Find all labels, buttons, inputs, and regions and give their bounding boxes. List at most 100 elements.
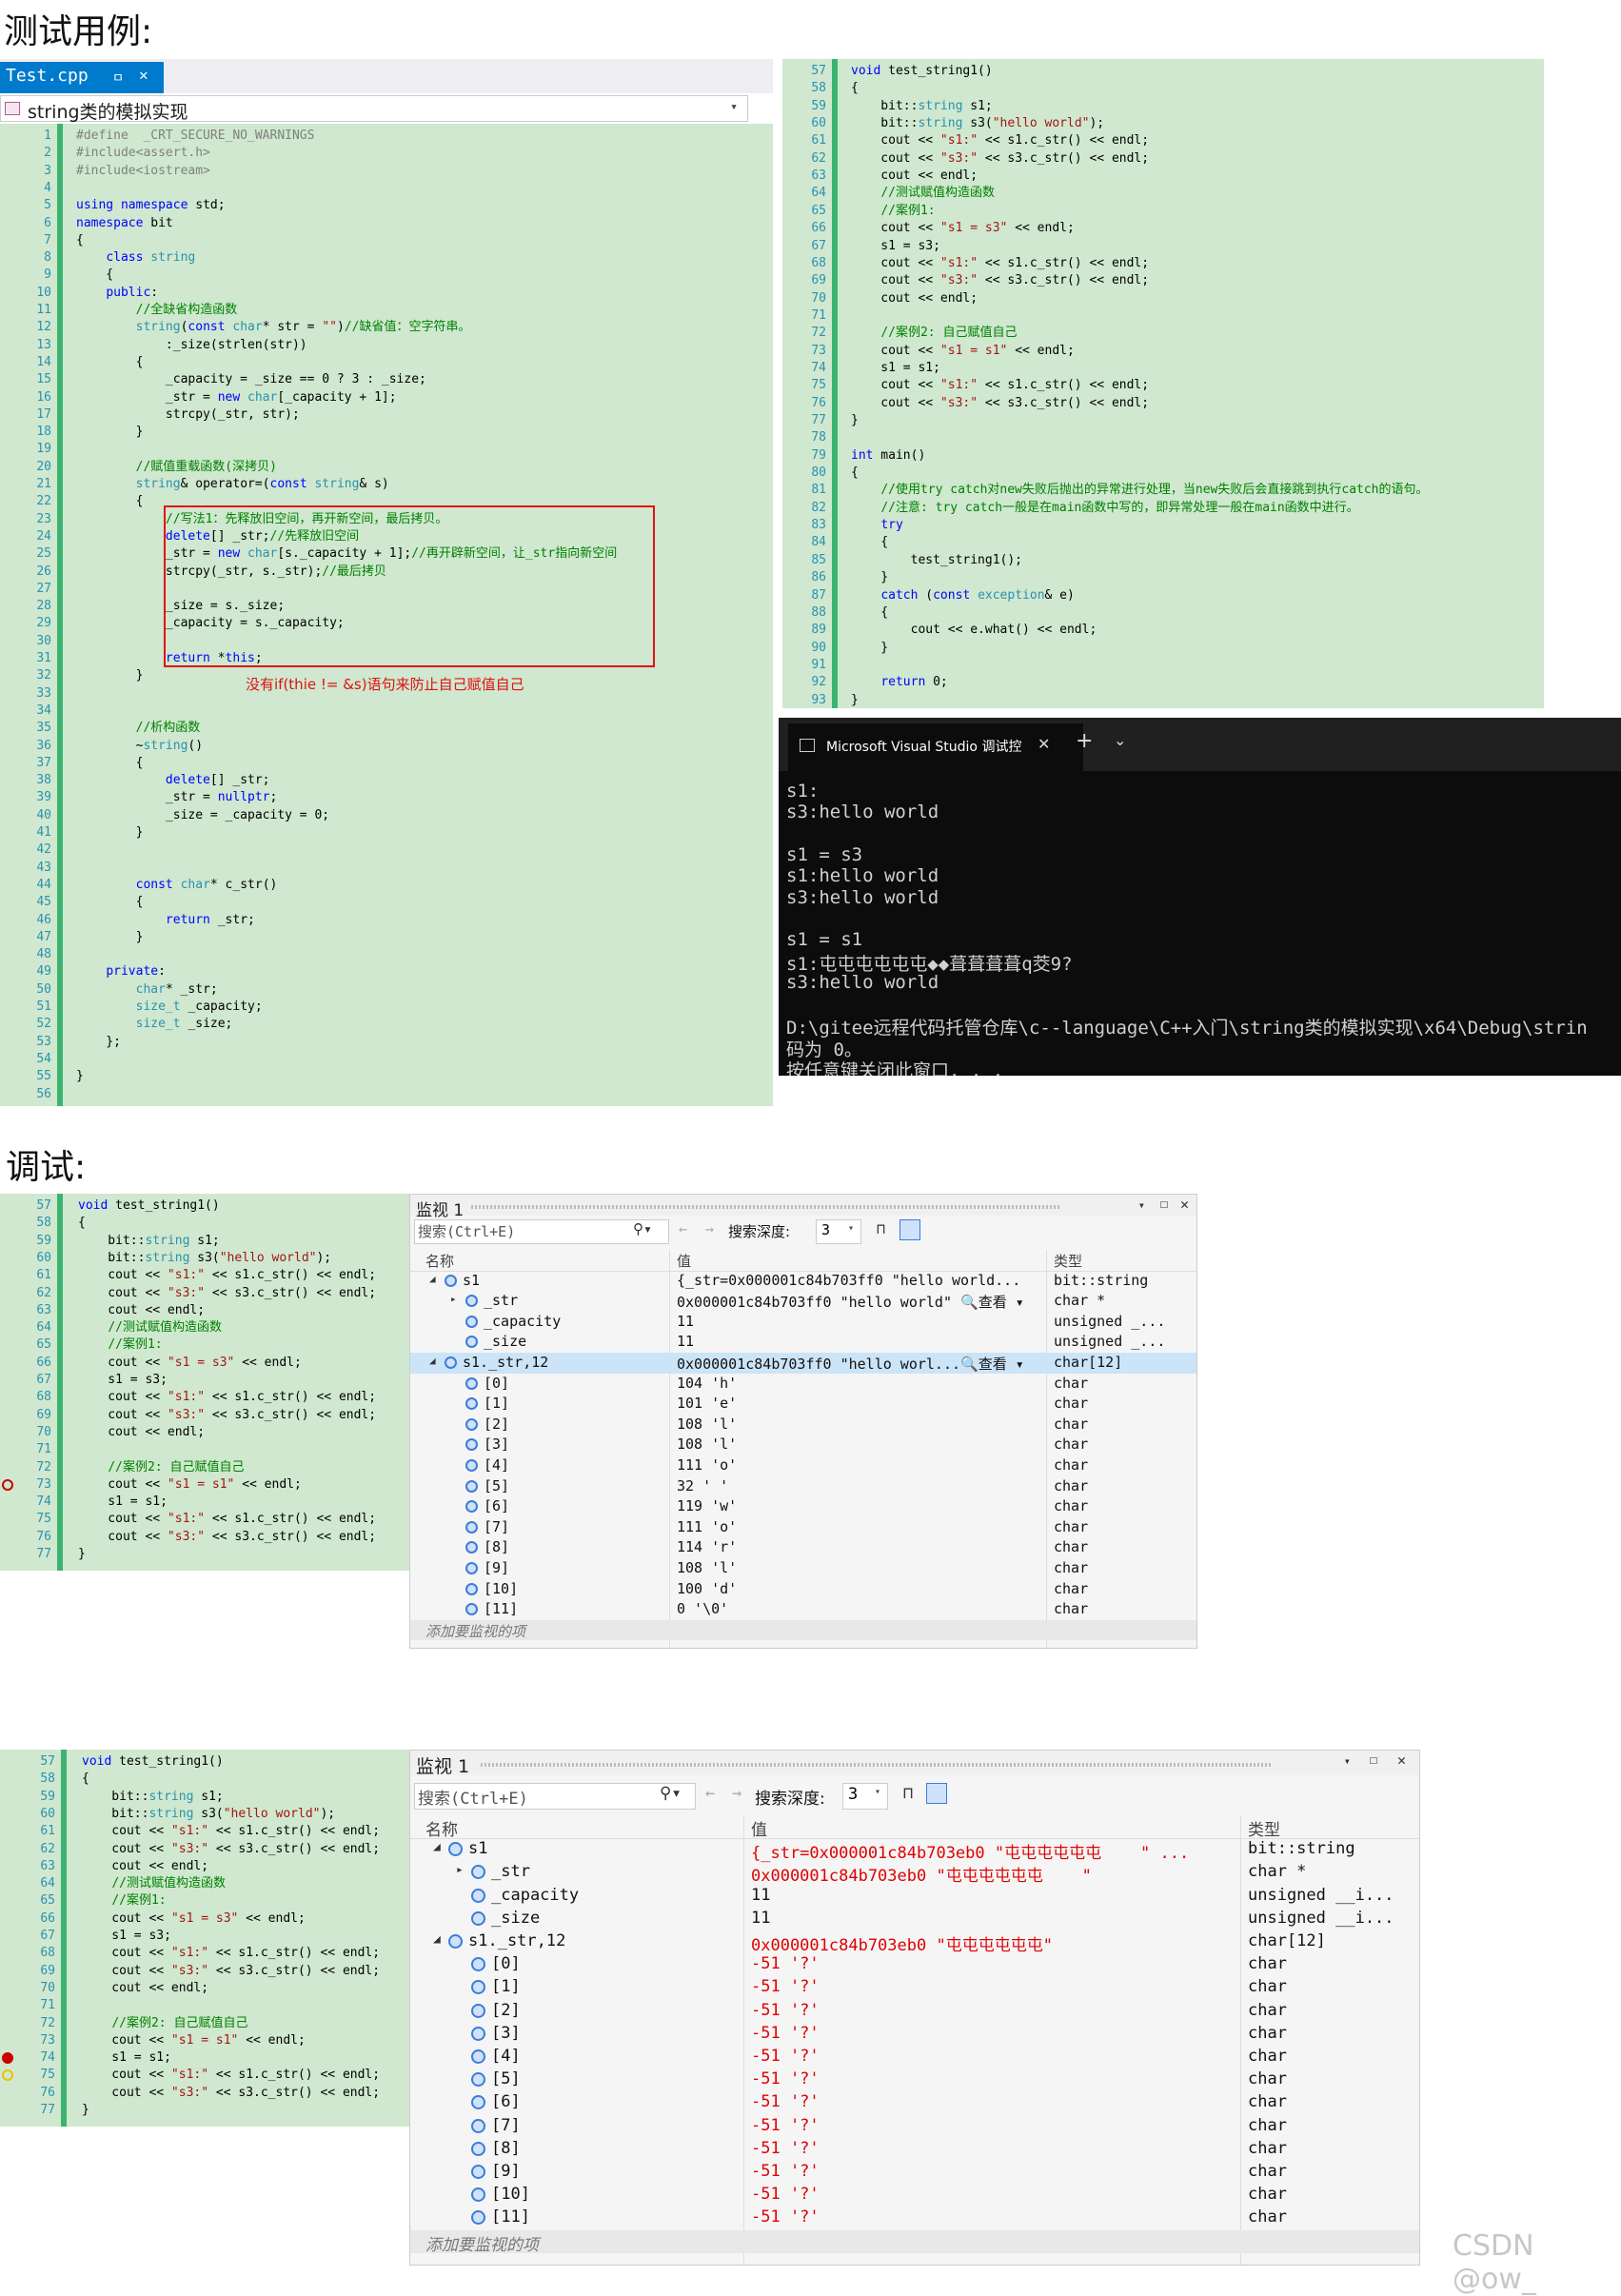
code-line[interactable]: namespace bit <box>76 215 173 232</box>
code-line[interactable]: //案例2: 自己赋值自己 <box>851 325 1017 342</box>
code-line[interactable]: cout << "s1:" << s1.c_str() << endl; <box>851 255 1149 272</box>
code-line[interactable]: //案例1: <box>78 1336 162 1354</box>
code-line[interactable]: void test_string1() <box>851 63 993 80</box>
code-line[interactable]: //测试赋值构造函数 <box>78 1319 222 1336</box>
right-code-pane[interactable]: 57 void test_string1() 58{59 bit::string s… <box>782 59 1544 708</box>
dropdown-icon[interactable]: ▾ <box>1344 1754 1351 1768</box>
code-line[interactable]: cout << "s3:" << s3.c_str() << endl; <box>78 1407 376 1424</box>
code-line[interactable]: using namespace std; <box>76 197 226 214</box>
code-line[interactable]: //案例1: <box>851 203 935 220</box>
code-line[interactable]: public: <box>76 285 158 302</box>
code-line[interactable]: } <box>76 929 144 946</box>
code-line[interactable]: s1 = s1; <box>78 1494 168 1511</box>
forward-arrow-icon[interactable]: → <box>732 1784 741 1803</box>
add-watch-placeholder[interactable]: 添加要监视的项 <box>425 2231 539 2255</box>
code-line[interactable]: } <box>76 424 144 441</box>
code-line[interactable]: //测试赋值构造函数 <box>82 1875 226 1892</box>
expand-toggle-icon[interactable]: ◢ <box>429 1273 436 1285</box>
code-line[interactable]: cout << "s3:" << s3.c_str() << endl; <box>851 150 1149 168</box>
close-icon[interactable]: ✕ <box>1180 1196 1189 1213</box>
dropdown-icon[interactable]: ▾ <box>1138 1198 1145 1212</box>
code-line[interactable]: cout << endl; <box>78 1424 205 1441</box>
add-watch-placeholder[interactable]: 添加要监视的项 <box>425 1621 525 1641</box>
code-line[interactable]: { <box>82 1771 89 1788</box>
code-line[interactable]: { <box>76 232 84 249</box>
back-arrow-icon[interactable]: ← <box>705 1784 715 1803</box>
column-header-value[interactable]: 值 <box>751 1816 767 1840</box>
code-line[interactable]: string& operator=(const string& s) <box>76 476 389 493</box>
chevron-down-icon[interactable]: ⌄ <box>1114 731 1126 749</box>
code-line[interactable]: }; <box>76 1034 121 1051</box>
code-line[interactable]: } <box>78 1546 86 1563</box>
code-line[interactable]: //测试赋值构造函数 <box>851 185 995 202</box>
back-arrow-icon[interactable]: ← <box>679 1220 687 1237</box>
code-line[interactable]: { <box>76 493 144 510</box>
code-line[interactable]: :_size(strlen(str)) <box>76 337 307 354</box>
code-line[interactable]: } <box>82 2102 89 2119</box>
search-input[interactable]: 搜索(Ctrl+E) <box>418 1221 515 1241</box>
hex-toggle-icon[interactable] <box>926 1783 947 1804</box>
code-line[interactable]: //使用try catch对new失败后抛出的异常进行处理，当new失败后会直接… <box>851 482 1428 499</box>
code-line[interactable]: strcpy(_str, str); <box>76 406 300 424</box>
search-depth-value[interactable]: 3 <box>821 1221 830 1238</box>
code-line[interactable]: { <box>851 604 888 622</box>
column-header-value[interactable]: 值 <box>677 1251 691 1271</box>
code-line[interactable]: #include<assert.h> <box>76 145 210 162</box>
add-watch-row[interactable] <box>410 1619 1196 1641</box>
code-line[interactable]: s1 = s1; <box>82 2049 171 2067</box>
code-line[interactable]: try <box>851 517 902 534</box>
code-line[interactable]: bit::string s3("hello world"); <box>851 115 1104 132</box>
close-icon[interactable]: ✕ <box>139 66 148 84</box>
expand-toggle-icon[interactable]: ◢ <box>433 1932 441 1947</box>
code-line[interactable]: _str = new char[_capacity + 1]; <box>76 389 397 406</box>
search-icon[interactable]: ⚲▾ <box>633 1220 652 1237</box>
code-line[interactable]: { <box>76 894 144 911</box>
code-line[interactable]: cout << "s1 = s1" << endl; <box>82 2032 306 2049</box>
pin-icon[interactable]: ⊓ <box>903 1784 913 1803</box>
code-line[interactable]: cout << "s3:" << s3.c_str() << endl; <box>851 272 1149 289</box>
code-line[interactable]: s1 = s3; <box>851 238 940 255</box>
pin-icon[interactable]: ㅁ <box>112 68 124 86</box>
code-line[interactable]: const char* c_str() <box>76 877 278 894</box>
code-line[interactable]: _str = nullptr; <box>76 789 277 806</box>
code-line[interactable]: string(const char* str = "")//缺省值：空字符串。 <box>76 319 471 336</box>
code-line[interactable]: //案例1: <box>82 1892 166 1910</box>
code-line[interactable]: cout << "s1:" << s1.c_str() << endl; <box>82 1945 380 1962</box>
code-line[interactable]: cout << "s3:" << s3.c_str() << endl; <box>82 1963 380 1980</box>
code-line[interactable]: cout << endl; <box>82 1980 208 1997</box>
code-line[interactable]: void test_string1() <box>78 1197 220 1215</box>
code-line[interactable]: int main() <box>851 447 925 465</box>
maximize-icon[interactable]: ☐ <box>1160 1197 1168 1212</box>
code-line[interactable]: cout << "s1 = s3" << endl; <box>82 1910 306 1928</box>
code-line[interactable]: bit::string s3("hello world"); <box>82 1806 335 1823</box>
code-line[interactable]: #include<iostream> <box>76 163 210 180</box>
code-line[interactable]: char* _str; <box>76 981 218 999</box>
debug-code-pane-2[interactable]: 57 void test_string1() 58 {59 bit::string s… <box>0 1750 409 2127</box>
code-line[interactable]: s1 = s3; <box>82 1928 171 1945</box>
close-icon[interactable]: ✕ <box>1038 735 1050 753</box>
code-line[interactable]: cout << "s1:" << s1.c_str() << endl; <box>82 1823 380 1840</box>
expand-toggle-icon[interactable]: ▸ <box>456 1863 464 1877</box>
code-line[interactable]: size_t _capacity; <box>76 999 263 1016</box>
code-line[interactable]: cout << "s1:" << s1.c_str() << endl; <box>78 1267 376 1284</box>
code-line[interactable]: _size = _capacity = 0; <box>76 807 329 824</box>
code-line[interactable]: { <box>76 354 144 371</box>
code-line[interactable]: cout << endl; <box>78 1302 205 1319</box>
code-line[interactable]: } <box>76 667 144 684</box>
code-line[interactable]: } <box>76 1068 84 1085</box>
code-line[interactable]: cout << "s1:" << s1.c_str() << endl; <box>78 1389 376 1406</box>
code-line[interactable]: cout << endl; <box>82 1858 208 1875</box>
code-line[interactable]: } <box>851 692 859 708</box>
code-line[interactable]: } <box>851 412 859 429</box>
code-line[interactable]: { <box>76 755 144 772</box>
code-line[interactable]: } <box>76 824 144 841</box>
code-line[interactable]: class string <box>76 249 195 267</box>
scope-dropdown[interactable]: string类的模拟实现 ▾ <box>0 95 748 123</box>
code-line[interactable]: cout << "s3:" << s3.c_str() << endl; <box>82 1841 380 1858</box>
code-line[interactable]: } <box>851 569 888 586</box>
expand-toggle-icon[interactable]: ◢ <box>433 1840 441 1854</box>
code-line[interactable]: cout << "s1 = s3" << endl; <box>78 1355 302 1372</box>
search-icon[interactable]: ⚲▾ <box>660 1784 682 1803</box>
code-line[interactable]: test_string1(); <box>851 552 1022 569</box>
code-line[interactable]: cout << "s3:" << s3.c_str() << endl; <box>82 2085 380 2102</box>
